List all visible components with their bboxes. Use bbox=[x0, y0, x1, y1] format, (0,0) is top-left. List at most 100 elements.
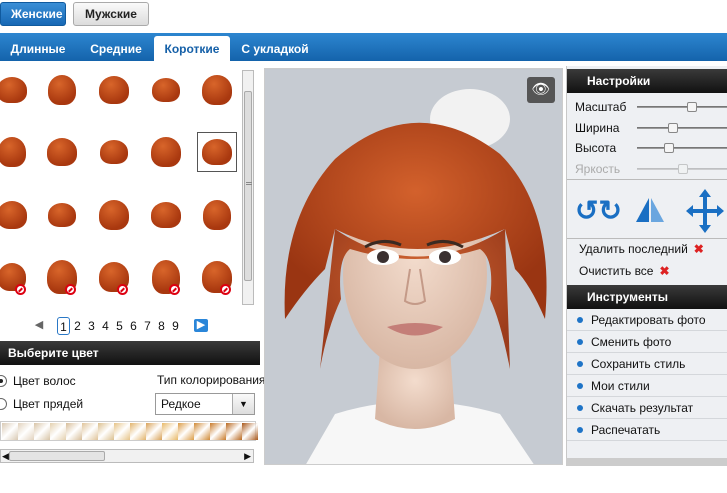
color-swatch[interactable] bbox=[50, 423, 66, 440]
eye-icon[interactable]: 👁 bbox=[527, 77, 555, 103]
hairstyle-item[interactable] bbox=[197, 195, 237, 235]
grid-scrollbar[interactable] bbox=[242, 70, 254, 305]
hairstyle-item[interactable] bbox=[0, 70, 32, 110]
swatch-scrollbar[interactable]: ▶ ◀ bbox=[0, 449, 254, 463]
tab-male[interactable]: Мужские bbox=[73, 2, 149, 26]
tab-female[interactable]: Женские bbox=[0, 2, 66, 26]
slider-width[interactable] bbox=[637, 123, 727, 133]
page-6[interactable]: 6 bbox=[127, 317, 140, 335]
slider-scale[interactable] bbox=[637, 102, 727, 112]
hairstyle-item[interactable] bbox=[0, 195, 32, 235]
hairstyle-thumbnail bbox=[99, 76, 129, 104]
clear-all-button[interactable]: Очистить все ✖ bbox=[579, 264, 670, 278]
slider-height[interactable] bbox=[637, 143, 727, 153]
tool-change-photo[interactable]: Сменить фото bbox=[567, 331, 727, 353]
scrollbar-thumb[interactable] bbox=[244, 91, 252, 281]
coloring-type-select[interactable]: Редкое ▼ bbox=[155, 393, 255, 415]
tool-my-styles[interactable]: Мои стили bbox=[567, 375, 727, 397]
tool-edit-photo[interactable]: Редактировать фото bbox=[567, 309, 727, 331]
hairstyle-item[interactable] bbox=[94, 195, 134, 235]
slider-thumb[interactable] bbox=[663, 143, 674, 153]
scrollbar-grip bbox=[246, 182, 252, 194]
color-swatch[interactable] bbox=[18, 423, 34, 440]
hairstyle-item[interactable] bbox=[146, 70, 186, 110]
hairstyle-item[interactable] bbox=[197, 257, 237, 297]
hairstyle-item[interactable] bbox=[94, 132, 134, 172]
color-swatch[interactable] bbox=[98, 423, 114, 440]
slider-label-height: Высота bbox=[575, 141, 617, 155]
coloring-type-label: Тип колорирования bbox=[157, 373, 266, 387]
slider-thumb[interactable] bbox=[668, 123, 679, 133]
page-7[interactable]: 7 bbox=[141, 317, 154, 335]
hairstyle-item[interactable] bbox=[0, 257, 32, 297]
scrollbar-thumb[interactable] bbox=[9, 451, 105, 461]
hairstyle-thumbnail bbox=[151, 202, 181, 228]
color-swatch[interactable] bbox=[82, 423, 98, 440]
hairstyle-item[interactable] bbox=[42, 257, 82, 297]
tab-styled[interactable]: С укладкой bbox=[232, 36, 318, 61]
rotate-icon[interactable]: ↺↻ bbox=[575, 194, 622, 227]
hairstyle-thumbnail bbox=[100, 140, 128, 164]
hairstyle-item[interactable] bbox=[42, 195, 82, 235]
hairstyle-thumbnail bbox=[151, 137, 181, 167]
hairstyle-item[interactable] bbox=[197, 132, 237, 172]
color-swatch[interactable] bbox=[242, 423, 258, 440]
color-panel-title: Выберите цвет bbox=[8, 346, 99, 360]
color-swatch[interactable] bbox=[130, 423, 146, 440]
color-swatch[interactable] bbox=[210, 423, 226, 440]
bullet-icon bbox=[577, 317, 583, 323]
color-swatch[interactable] bbox=[66, 423, 82, 440]
color-swatch[interactable] bbox=[194, 423, 210, 440]
page-5[interactable]: 5 bbox=[113, 317, 126, 335]
hairstyle-item[interactable] bbox=[197, 70, 237, 110]
move-icon[interactable] bbox=[685, 188, 725, 241]
hairstyle-thumbnail bbox=[0, 77, 27, 103]
color-swatch[interactable] bbox=[2, 423, 18, 440]
color-swatch[interactable] bbox=[178, 423, 194, 440]
hair-color-radio[interactable] bbox=[0, 375, 7, 387]
tool-label: Редактировать фото bbox=[591, 313, 706, 327]
hairstyle-item[interactable] bbox=[146, 132, 186, 172]
delete-last-button[interactable]: Удалить последний ✖ bbox=[579, 242, 704, 256]
hairstyle-item[interactable] bbox=[146, 257, 186, 297]
clear-all-label: Очистить все bbox=[579, 264, 654, 278]
flip-icon[interactable] bbox=[635, 197, 665, 230]
tool-download-result[interactable]: Скачать результат bbox=[567, 397, 727, 419]
strand-color-radio[interactable] bbox=[0, 398, 7, 410]
hairstyle-item[interactable] bbox=[94, 257, 134, 297]
page-8[interactable]: 8 bbox=[155, 317, 168, 335]
color-swatch[interactable] bbox=[34, 423, 50, 440]
settings-header: Настройки bbox=[567, 69, 727, 93]
page-9[interactable]: 9 bbox=[169, 317, 182, 335]
hairstyle-item[interactable] bbox=[42, 132, 82, 172]
page-1[interactable]: 1 bbox=[57, 317, 70, 335]
hairstyle-grid bbox=[0, 62, 240, 307]
tool-print[interactable]: Распечатать bbox=[567, 419, 727, 441]
scroll-left-icon[interactable]: ◀ bbox=[2, 450, 9, 462]
hairstyle-item[interactable] bbox=[146, 195, 186, 235]
preview-photo[interactable]: 👁 bbox=[264, 68, 563, 465]
page-2[interactable]: 2 bbox=[71, 317, 84, 335]
scroll-right-icon[interactable]: ▶ bbox=[244, 450, 251, 462]
slider-thumb[interactable] bbox=[686, 102, 697, 112]
page-4[interactable]: 4 bbox=[99, 317, 112, 335]
tool-save-style[interactable]: Сохранить стиль bbox=[567, 353, 727, 375]
hairstyle-item[interactable] bbox=[0, 132, 32, 172]
tab-long[interactable]: Длинные bbox=[0, 36, 76, 61]
color-swatches bbox=[0, 421, 258, 441]
page-3[interactable]: 3 bbox=[85, 317, 98, 335]
arrow-right-icon[interactable]: ▶ bbox=[194, 319, 208, 332]
color-swatch[interactable] bbox=[226, 423, 242, 440]
bullet-icon bbox=[577, 427, 583, 433]
settings-title: Настройки bbox=[587, 74, 651, 88]
chevron-down-icon[interactable]: ▼ bbox=[232, 394, 254, 414]
hairstyle-thumbnail bbox=[152, 78, 180, 102]
arrow-left-icon[interactable]: ◀ bbox=[32, 319, 46, 332]
hairstyle-item[interactable] bbox=[42, 70, 82, 110]
color-swatch[interactable] bbox=[162, 423, 178, 440]
color-swatch[interactable] bbox=[146, 423, 162, 440]
tab-short[interactable]: Короткие bbox=[154, 36, 230, 61]
tab-medium[interactable]: Средние bbox=[78, 36, 154, 61]
hairstyle-item[interactable] bbox=[94, 70, 134, 110]
color-swatch[interactable] bbox=[114, 423, 130, 440]
